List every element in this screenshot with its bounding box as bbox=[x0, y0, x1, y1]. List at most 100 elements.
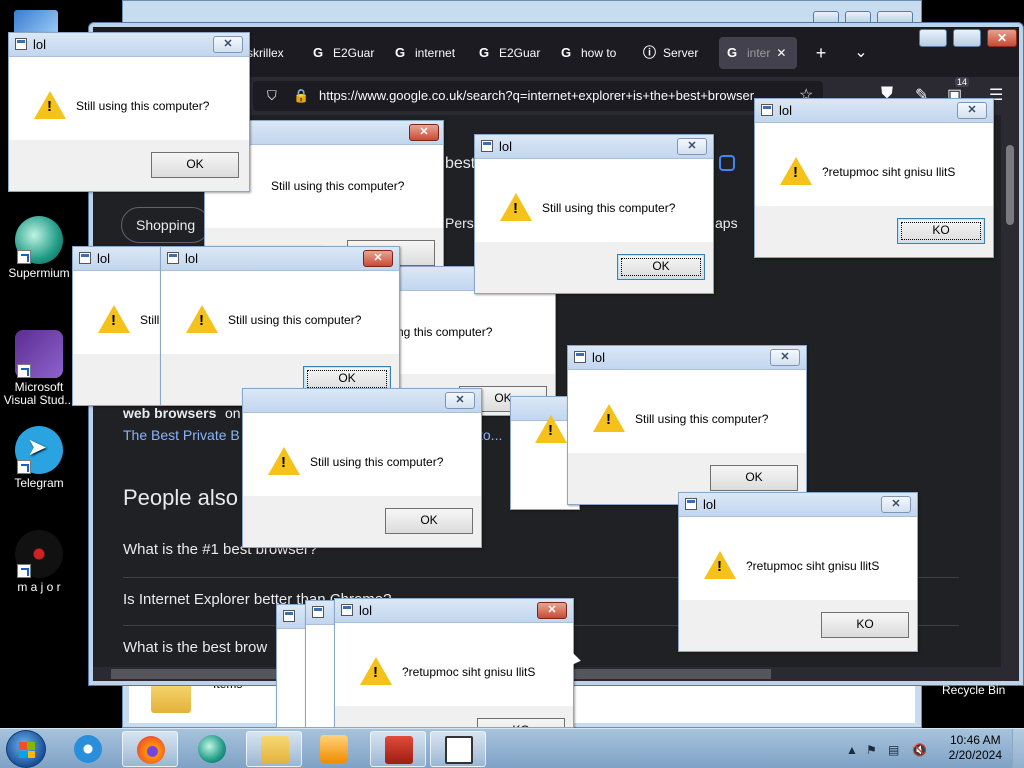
volume-muted-icon[interactable]: 🔇 bbox=[912, 743, 927, 757]
desktop-icon-label: Telegram bbox=[14, 476, 64, 490]
question-3[interactable]: What is the best brow bbox=[123, 639, 267, 656]
warning-icon: ! bbox=[360, 657, 392, 685]
chip-shopping[interactable]: Shopping bbox=[121, 207, 211, 243]
dialog-close-button[interactable]: ✕ bbox=[677, 138, 707, 155]
new-tab-button[interactable]: + bbox=[809, 37, 833, 69]
tab-skrillex[interactable]: skrillex bbox=[247, 37, 307, 69]
warning-icon: ! bbox=[704, 551, 736, 579]
dialog-close-button[interactable]: ✕ bbox=[881, 496, 911, 513]
warning-icon: ! bbox=[593, 404, 625, 432]
media-player-icon bbox=[320, 735, 348, 763]
desktop-icon-telegram[interactable]: ➤ Telegram bbox=[2, 426, 76, 490]
dialog-close-button[interactable]: ✕ bbox=[957, 102, 987, 119]
result-link-tail[interactable]: to... bbox=[479, 427, 502, 443]
dialog-close-button[interactable]: ✕ bbox=[363, 250, 393, 267]
taskbar-lol-app[interactable] bbox=[430, 731, 486, 767]
dialog-titlebar: lol ✕ bbox=[335, 599, 573, 623]
taskbar-explorer[interactable] bbox=[246, 731, 302, 767]
clock-time: 10:46 AM bbox=[949, 733, 1001, 747]
dialog-title: lol bbox=[185, 251, 199, 266]
dialog-titlebar: lol ✕ bbox=[9, 33, 249, 57]
tab-server[interactable]: ⓘ Server bbox=[643, 37, 713, 69]
close-button[interactable]: ✕ bbox=[987, 29, 1017, 47]
url-bar[interactable]: ⛉ 🔒 https://www.google.co.uk/search?q=in… bbox=[253, 81, 823, 111]
warning-icon: ! bbox=[98, 305, 130, 333]
warning-icon: ! bbox=[500, 193, 532, 221]
desktop-icon-recycle-bin-label[interactable]: Recycle Bin bbox=[942, 683, 1005, 697]
dialog-close-button[interactable]: ✕ bbox=[213, 36, 243, 53]
tab-label: how to bbox=[581, 46, 617, 60]
supermium-icon bbox=[15, 216, 63, 264]
taskbar-media-player[interactable] bbox=[306, 731, 362, 767]
dialog-message: Still using this computer? bbox=[271, 179, 405, 193]
desktop-icon-major[interactable]: m a j o r bbox=[2, 530, 76, 594]
desktop-icon-supermium[interactable]: Supermium bbox=[2, 216, 76, 280]
google-icon: G bbox=[479, 45, 490, 60]
warning-icon: ! bbox=[535, 415, 567, 443]
ok-button[interactable]: OK bbox=[617, 254, 705, 280]
ko-button[interactable]: KO bbox=[821, 612, 909, 638]
lol-dialog: lol ✕ ! Still using this computer? OK bbox=[567, 345, 807, 505]
taskbar-internet-explorer[interactable] bbox=[60, 731, 116, 767]
dialog-message-reversed: ?retupmoc siht gnisu llitS bbox=[402, 665, 536, 679]
tab-e2guardian-2[interactable]: G E2Guar bbox=[479, 37, 559, 69]
dialog-message-partial: Still bbox=[140, 313, 160, 327]
tab-label: E2Guar bbox=[333, 46, 375, 60]
dialog-title: lol bbox=[592, 350, 606, 365]
taskbar-toolbox[interactable] bbox=[370, 731, 426, 767]
app-icon bbox=[574, 351, 586, 363]
chip-maps-partial[interactable]: aps bbox=[715, 215, 738, 231]
show-desktop-button[interactable] bbox=[1012, 729, 1024, 768]
dialog-message: Still using this computer? bbox=[542, 201, 676, 215]
dialog-message: Still using this computer? bbox=[310, 455, 444, 469]
tab-label: inter bbox=[747, 46, 771, 60]
taskbar-supermium[interactable] bbox=[184, 731, 240, 767]
warning-icon: ! bbox=[34, 91, 66, 119]
network-icon[interactable]: ▤ bbox=[888, 743, 899, 757]
lol-dialog: lol ✕ ! ?retupmoc siht gnisu llitS KO bbox=[678, 492, 918, 652]
minimize-button[interactable] bbox=[919, 29, 947, 47]
ok-button[interactable]: OK bbox=[385, 508, 473, 534]
tab-list-button[interactable]: ⌄ bbox=[849, 37, 873, 69]
tab-how-to[interactable]: Ghow to bbox=[561, 37, 641, 69]
dialog-body: ! ?retupmoc siht gnisu llitS bbox=[679, 518, 917, 600]
dialog-body: ! Still using this computer? bbox=[475, 160, 713, 242]
chip-pers-partial[interactable]: Pers bbox=[445, 215, 474, 231]
dialog-body: ! Still using this computer? bbox=[161, 272, 399, 354]
lol-dialog: lol ✕ ! Still using this computer? OK bbox=[8, 32, 250, 192]
dialog-body: ! Still using this computer? bbox=[9, 58, 249, 140]
ok-button[interactable]: OK bbox=[151, 152, 239, 178]
dialog-close-button[interactable]: ✕ bbox=[445, 392, 475, 409]
vertical-scrollbar[interactable] bbox=[1001, 115, 1019, 667]
dialog-body: ! ?retupmoc siht gnisu llitS bbox=[335, 624, 573, 706]
tab-e2guardian-1[interactable]: G E2Guar bbox=[313, 37, 393, 69]
start-button[interactable] bbox=[6, 730, 46, 768]
tab-active-internet[interactable]: Ginter ✕ bbox=[719, 37, 797, 69]
vinyl-record-icon bbox=[15, 530, 63, 578]
dialog-body: ! ?retupmoc siht gnisu llitS bbox=[755, 124, 993, 206]
lock-icon: 🔒 bbox=[293, 88, 310, 103]
desktop-icon-visual-studio[interactable]: Microsoft Visual Stud... bbox=[2, 330, 76, 407]
dialog-close-button[interactable]: ✕ bbox=[537, 602, 567, 619]
ok-button[interactable]: OK bbox=[710, 465, 798, 491]
ko-button[interactable]: KO bbox=[897, 218, 985, 244]
app-icon bbox=[312, 606, 324, 618]
google-lens-icon[interactable] bbox=[719, 155, 735, 171]
maximize-button[interactable] bbox=[953, 29, 981, 47]
warning-icon: ! bbox=[780, 157, 812, 185]
dialog-close-button[interactable]: ✕ bbox=[770, 349, 800, 366]
action-center-flag-icon[interactable]: ⚑ bbox=[866, 743, 877, 757]
notification-badge: 14 bbox=[955, 77, 970, 87]
show-hidden-icons[interactable]: ▲ bbox=[846, 743, 858, 757]
tab-close-icon[interactable]: ✕ bbox=[776, 46, 786, 60]
tab-internet[interactable]: Ginternet bbox=[395, 37, 475, 69]
warning-icon: ! bbox=[186, 305, 218, 333]
dialog-titlebar: lol ✕ bbox=[475, 135, 713, 159]
scrollbar-thumb[interactable] bbox=[1006, 145, 1014, 225]
ko-button[interactable]: KO bbox=[477, 718, 565, 727]
result-link[interactable]: The Best Private B bbox=[123, 427, 240, 443]
dialog-close-button[interactable]: ✕ bbox=[409, 124, 439, 141]
dialog-titlebar: ✕ bbox=[243, 389, 481, 413]
taskbar-firefox[interactable] bbox=[122, 731, 178, 767]
clock[interactable]: 10:46 AM 2/20/2024 bbox=[949, 733, 1002, 763]
